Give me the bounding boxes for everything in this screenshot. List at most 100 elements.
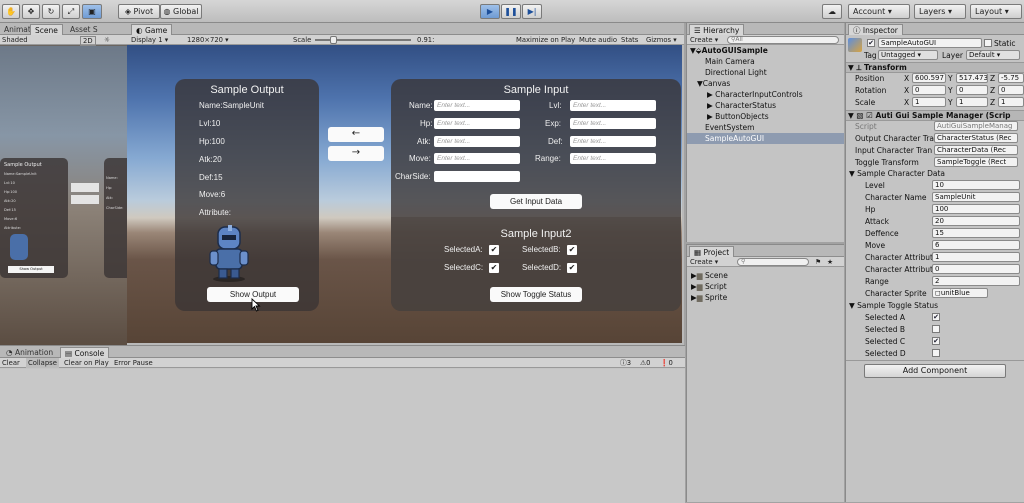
project-folder-script[interactable]: ▶▆ Script [691, 282, 727, 291]
selected-b-checkbox[interactable]: ✔ [567, 245, 577, 255]
selected-b-toggle[interactable] [932, 325, 940, 333]
tab-inspector[interactable]: ⓘ Inspector [848, 24, 903, 35]
layer-dropdown[interactable]: Default ▾ [966, 50, 1020, 60]
exp-input[interactable]: Enter text... [570, 118, 656, 129]
layers-dropdown[interactable]: Layers ▾ [914, 4, 966, 19]
project-create-dropdown[interactable]: Create ▾ [690, 257, 718, 267]
selected-a-checkbox[interactable]: ✔ [489, 245, 499, 255]
clear-button[interactable]: Clear [2, 358, 20, 368]
shading-dropdown[interactable]: Shaded [2, 35, 28, 45]
hierarchy-search-input[interactable]: ⚲All [727, 36, 839, 44]
scale-z-field[interactable]: 1 [998, 97, 1024, 107]
play-button[interactable]: ▶ [480, 4, 500, 19]
atk-input[interactable]: Enter text... [434, 136, 520, 147]
hierarchy-create-dropdown[interactable]: Create ▾ [690, 35, 718, 45]
hierarchy-scene-root[interactable]: ▼⬙AutoGUISample [690, 46, 768, 55]
arrow-left-button[interactable]: ← [328, 127, 384, 142]
stats-toggle[interactable]: Stats [621, 35, 638, 45]
rotation-z-field[interactable]: 0 [998, 85, 1024, 95]
tab-project[interactable]: ▦ Project [689, 246, 735, 257]
filter-icon[interactable]: ⚑ [815, 257, 821, 267]
favorite-icon[interactable]: ★ [827, 257, 833, 267]
character-attribute-2-field[interactable]: 0 [932, 264, 1020, 274]
position-x-field[interactable]: 600.597 [912, 73, 946, 83]
tab-game[interactable]: ◐ Game [131, 24, 173, 35]
character-data-foldout[interactable]: ▼ Sample Character Data [849, 169, 945, 178]
deffence-field[interactable]: 15 [932, 228, 1020, 238]
account-dropdown[interactable]: Account ▾ [848, 4, 910, 19]
tab-console[interactable]: ▤ Console [60, 347, 110, 358]
scale-x-field[interactable]: 1 [912, 97, 946, 107]
input-character-transform-field[interactable]: CharacterData (Rec [934, 145, 1018, 155]
show-toggle-status-button[interactable]: Show Toggle Status [490, 287, 582, 302]
gizmos-dropdown[interactable]: Gizmos ▾ [646, 35, 677, 45]
hierarchy-item-event-system[interactable]: EventSystem [705, 123, 754, 132]
toggle-status-foldout[interactable]: ▼ Sample Toggle Status [849, 301, 938, 310]
def-input[interactable]: Enter text... [570, 136, 656, 147]
active-checkbox[interactable]: ✔ [867, 39, 875, 47]
transform-header[interactable]: ▼ ⟂ Transform [846, 62, 1024, 73]
character-attribute-field[interactable]: 1 [932, 252, 1020, 262]
move-input[interactable]: Enter text... [434, 153, 520, 164]
add-component-button[interactable]: Add Component [864, 364, 1006, 378]
2d-toggle[interactable]: 2D [80, 36, 96, 46]
light-icon[interactable]: ☼ [104, 35, 110, 45]
move-field[interactable]: 6 [932, 240, 1020, 250]
rotation-y-field[interactable]: 0 [956, 85, 988, 95]
component-header[interactable]: ▼ ▧ ☑ Auti Gui Sample Manager (Scrip [846, 110, 1024, 121]
charside-input[interactable] [434, 171, 520, 182]
lvl-input[interactable]: Enter text... [570, 100, 656, 111]
project-folder-sprite[interactable]: ▶▆ Sprite [691, 293, 727, 302]
arrow-right-button[interactable]: → [328, 146, 384, 161]
range-field[interactable]: 2 [932, 276, 1020, 286]
hierarchy-item-character-status[interactable]: ▶ CharacterStatus [707, 101, 776, 110]
scale-tool-icon[interactable]: ⤢ [62, 4, 80, 19]
tab-animation[interactable]: ◔ Animation [2, 347, 57, 358]
hp-input[interactable]: Enter text... [434, 118, 520, 129]
resolution-dropdown[interactable]: 1280×720 ▾ [187, 35, 229, 45]
scene-view[interactable]: Sample Output Name:SampleUnit Lvl:10 Hp:… [0, 46, 127, 345]
selected-c-toggle[interactable]: ✔ [932, 337, 940, 345]
hierarchy-item-main-camera[interactable]: Main Camera [705, 57, 755, 66]
attack-field[interactable]: 20 [932, 216, 1020, 226]
project-folder-scene[interactable]: ▶▆ Scene [691, 271, 728, 280]
cloud-button[interactable]: ☁ [822, 4, 842, 19]
hand-tool-icon[interactable]: ✋ [2, 4, 20, 19]
error-pause-button[interactable]: Error Pause [114, 358, 153, 368]
character-sprite-field[interactable]: ◻unitBlue [932, 288, 988, 298]
hp-field[interactable]: 100 [932, 204, 1020, 214]
tag-dropdown[interactable]: Untagged ▾ [878, 50, 938, 60]
mute-audio-toggle[interactable]: Mute audio [579, 35, 617, 45]
output-character-transform-field[interactable]: CharacterStatus (Rec [934, 133, 1018, 143]
object-name-field[interactable]: SampleAutoGUI [878, 38, 982, 48]
clear-on-play-button[interactable]: Clear on Play [64, 358, 109, 368]
character-name-field[interactable]: SampleUnit [932, 192, 1020, 202]
rotation-x-field[interactable]: 0 [912, 85, 946, 95]
toggle-transform-field[interactable]: SampleToggle (Rect [934, 157, 1018, 167]
hierarchy-item-character-input-controls[interactable]: ▶ CharacterInputControls [707, 90, 803, 99]
layout-dropdown[interactable]: Layout ▾ [970, 4, 1022, 19]
tab-asset-store[interactable]: Asset S [66, 24, 102, 35]
project-search-input[interactable]: ⚲ [737, 258, 809, 266]
collapse-button[interactable]: Collapse [26, 358, 59, 368]
selected-d-toggle[interactable] [932, 349, 940, 357]
get-input-data-button[interactable]: Get Input Data [490, 194, 582, 209]
scale-slider-handle[interactable] [330, 36, 337, 44]
step-button[interactable]: ▶| [522, 4, 542, 19]
move-tool-icon[interactable]: ✥ [22, 4, 40, 19]
global-button[interactable]: ◍ Global [160, 4, 202, 19]
tab-hierarchy[interactable]: ☰ Hierarchy [689, 24, 745, 35]
hierarchy-item-canvas[interactable]: ▼Canvas [697, 79, 730, 88]
warning-count[interactable]: ⚠0 [640, 358, 650, 368]
position-y-field[interactable]: 517.473 [956, 73, 988, 83]
hierarchy-item-button-objects[interactable]: ▶ ButtonObjects [707, 112, 769, 121]
selected-d-checkbox[interactable]: ✔ [567, 263, 577, 273]
error-count[interactable]: ❗0 [660, 358, 673, 368]
info-count[interactable]: ⓘ3 [620, 358, 631, 368]
pause-button[interactable]: ❚❚ [501, 4, 521, 19]
maximize-on-play-toggle[interactable]: Maximize on Play [516, 35, 575, 45]
hierarchy-item-directional-light[interactable]: Directional Light [705, 68, 767, 77]
display-dropdown[interactable]: Display 1 ▾ [131, 35, 168, 45]
name-input[interactable]: Enter text... [434, 100, 520, 111]
hierarchy-item-sample-auto-gui[interactable]: SampleAutoGUI [687, 133, 844, 144]
